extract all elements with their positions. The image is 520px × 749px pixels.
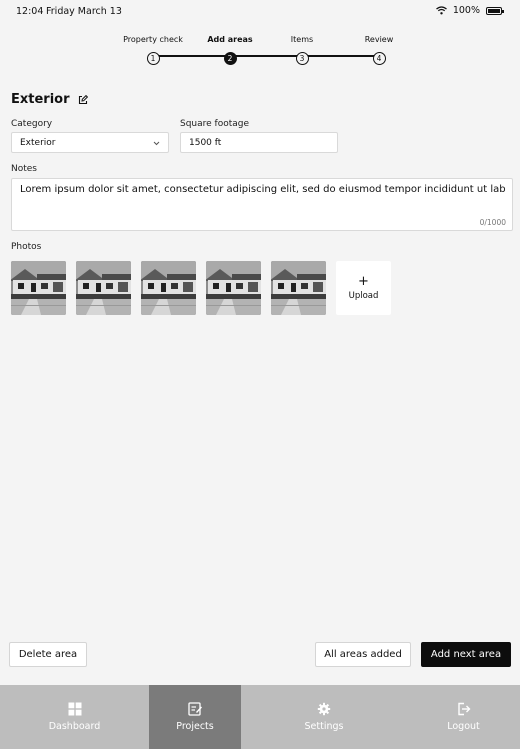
gear-icon: [317, 702, 331, 716]
step-review[interactable]: Review 4: [339, 34, 419, 65]
nav-label: Projects: [176, 721, 214, 732]
area-title-row: Exterior: [11, 92, 88, 107]
projects-icon: [188, 702, 202, 716]
dashboard-icon: [68, 702, 81, 716]
step-number: 3: [295, 52, 309, 65]
step-property-check[interactable]: Property check 1: [113, 34, 193, 65]
photo-thumbnail[interactable]: [76, 261, 131, 315]
sqft-label: Square footage: [180, 119, 250, 129]
logout-icon: [457, 702, 470, 716]
battery-icon: [486, 6, 504, 15]
nav-label: Dashboard: [48, 721, 101, 732]
photo-gallery: + Upload: [11, 261, 391, 315]
sqft-input[interactable]: 1500 ft: [180, 132, 338, 153]
status-bar: 12:04 Friday March 13 100%: [0, 0, 520, 24]
step-items[interactable]: Items 3: [262, 34, 342, 65]
step-add-areas[interactable]: Add areas 2: [190, 34, 270, 65]
nav-projects[interactable]: Projects: [149, 685, 241, 749]
notes-textarea[interactable]: Lorem ipsum dolor sit amet, consectetur …: [11, 178, 513, 231]
nav-logout[interactable]: Logout: [407, 685, 520, 749]
nav-settings[interactable]: Settings: [241, 685, 407, 749]
step-number: 4: [372, 52, 386, 65]
nav-label: Settings: [304, 721, 344, 732]
bottom-navigation: Dashboard Projects Settings Logout: [0, 685, 520, 749]
photos-label: Photos: [11, 242, 42, 252]
category-label: Category: [11, 119, 53, 129]
status-indicators: 100%: [435, 5, 504, 16]
photo-thumbnail[interactable]: [141, 261, 196, 315]
battery-percent: 100%: [452, 5, 480, 16]
photo-thumbnail[interactable]: [11, 261, 66, 315]
edit-icon[interactable]: [78, 94, 88, 105]
chevron-down-icon: [153, 141, 160, 146]
notes-value: Lorem ipsum dolor sit amet, consectetur …: [20, 184, 506, 195]
step-number: 2: [223, 52, 237, 65]
photo-thumbnail[interactable]: [206, 261, 261, 315]
sqft-value: 1500 ft: [189, 137, 222, 148]
step-label: Property check: [123, 35, 183, 44]
upload-button[interactable]: + Upload: [336, 261, 391, 315]
progress-stepper: Property check 1 Add areas 2 Items 3 Rev…: [120, 34, 400, 68]
all-areas-added-button[interactable]: All areas added: [315, 642, 411, 667]
step-label: Items: [290, 35, 314, 44]
nav-dashboard[interactable]: Dashboard: [0, 685, 149, 749]
add-next-area-button[interactable]: Add next area: [421, 642, 511, 667]
status-date: Friday March 13: [46, 6, 122, 17]
photo-thumbnail[interactable]: [271, 261, 326, 315]
plus-icon: +: [358, 273, 369, 289]
category-value: Exterior: [20, 137, 56, 148]
delete-area-button[interactable]: Delete area: [9, 642, 87, 667]
step-label: Add areas: [207, 35, 253, 44]
step-label: Review: [364, 35, 394, 44]
step-number: 1: [146, 52, 160, 65]
status-time: 12:04: [16, 6, 44, 17]
wifi-icon: [435, 6, 447, 15]
upload-label: Upload: [348, 290, 379, 301]
notes-label: Notes: [11, 164, 37, 174]
category-select[interactable]: Exterior: [11, 132, 169, 153]
area-title: Exterior: [11, 92, 70, 107]
nav-label: Logout: [447, 721, 480, 732]
notes-char-count: 0/1000: [479, 218, 506, 227]
